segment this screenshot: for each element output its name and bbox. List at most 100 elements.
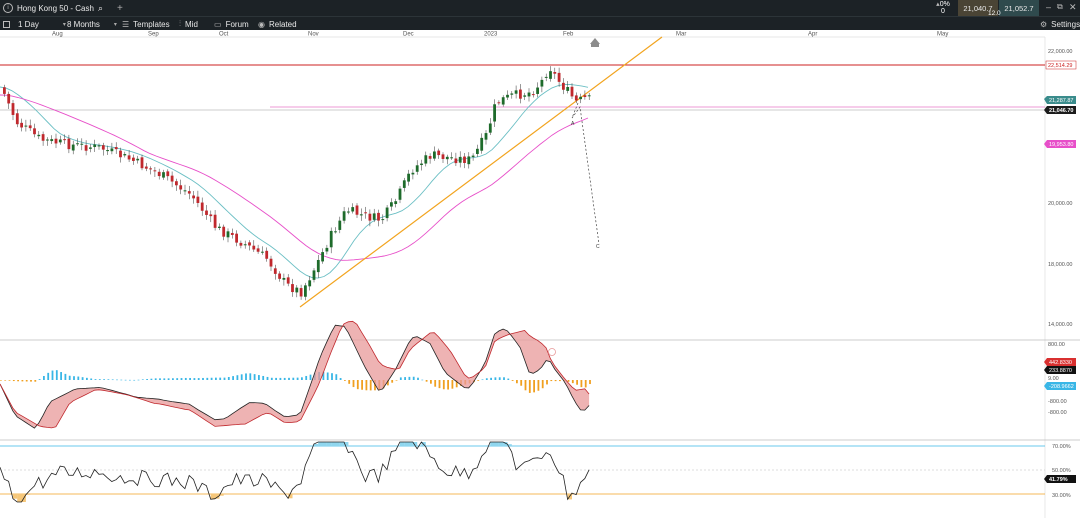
candle-body — [166, 171, 170, 177]
interval-select[interactable]: 1 Day ▾ — [18, 17, 66, 31]
histogram-bar — [68, 375, 71, 380]
candle-body — [411, 172, 415, 175]
svg-text:21,046.70: 21,046.70 — [1049, 108, 1073, 114]
info-icon[interactable]: i — [3, 3, 13, 13]
top-bar: i Hong Kong 50 - Cash ⌕ + ▴0% 0 21,040.7… — [0, 0, 1080, 17]
histogram-bar — [163, 378, 166, 380]
rsi-zone-fill — [399, 442, 405, 446]
candle-body — [209, 214, 213, 217]
close-icon[interactable]: ✕ — [1069, 2, 1077, 13]
candle-body — [114, 147, 118, 150]
histogram-bar — [365, 380, 368, 391]
layout-button[interactable] — [3, 17, 10, 31]
histogram-bar — [288, 377, 290, 380]
candle-body — [132, 157, 135, 161]
price-type-button[interactable]: ⫶ Mid — [179, 17, 198, 31]
minimize-icon[interactable]: – — [1046, 2, 1051, 12]
histogram-bar — [498, 377, 501, 380]
add-tab-icon[interactable]: + — [117, 3, 123, 14]
price-tick: 18,000.00 — [1048, 262, 1072, 268]
range-select[interactable]: 8 Months ▾ — [67, 17, 117, 31]
histogram-bar — [404, 377, 406, 380]
histogram-bar — [331, 373, 333, 380]
histogram-bar — [159, 378, 161, 380]
candle-body — [93, 144, 97, 148]
histogram-bar — [421, 379, 424, 381]
price-tick: 14,000.00 — [1048, 322, 1072, 328]
templates-icon: ☰ — [122, 19, 130, 29]
candle-body — [506, 94, 509, 98]
candle-body — [312, 270, 316, 280]
price-tick: 22,000.00 — [1048, 49, 1072, 55]
svg-text:19,953.80: 19,953.80 — [1049, 142, 1073, 148]
candle-body — [226, 231, 230, 238]
histogram-bar — [335, 374, 338, 380]
candle-body — [359, 214, 363, 216]
candle-body — [140, 157, 144, 169]
candle-body — [11, 103, 15, 115]
candle-body — [170, 175, 174, 182]
svg-text:22,514.29: 22,514.29 — [1048, 63, 1072, 69]
candle-body — [175, 181, 178, 186]
candle-body — [355, 205, 359, 215]
histogram-bar — [399, 377, 402, 380]
candle-body — [261, 251, 264, 253]
search-icon[interactable]: ⌕ — [98, 3, 103, 14]
candle-body — [514, 90, 518, 94]
templates-button[interactable]: ☰ Templates — [122, 17, 170, 31]
histogram-bar — [503, 377, 505, 380]
candle-body — [196, 196, 200, 203]
trendline[interactable] — [299, 36, 663, 308]
svg-text:233.8870: 233.8870 — [1049, 368, 1072, 374]
settings-button[interactable]: ⚙ Settings — [1040, 17, 1080, 31]
histogram-bar — [391, 380, 394, 383]
macd-cloud — [0, 321, 590, 429]
candle-body — [454, 158, 458, 164]
histogram-bar — [589, 380, 591, 385]
histogram-bar — [296, 377, 299, 380]
histogram-bar — [34, 380, 37, 382]
chart-area[interactable]: Aug Sep Oct Nov Dec 2023 Feb Mar Apr May A C 22,0… — [0, 30, 1080, 518]
candle-body — [192, 195, 195, 199]
histogram-bar — [133, 379, 136, 381]
candle-body — [179, 185, 183, 190]
candle-body — [157, 171, 161, 177]
candle-body — [394, 201, 398, 205]
buy-button[interactable]: 21,052.7 — [999, 0, 1039, 16]
histogram-bar — [249, 373, 252, 380]
histogram-bar — [344, 380, 346, 381]
macd-cross-marker — [548, 348, 556, 356]
histogram-bar — [81, 377, 84, 380]
candle-body — [407, 173, 410, 182]
rsi-zone-fill — [408, 442, 413, 446]
histogram-bar — [167, 378, 170, 380]
histogram-bar — [395, 380, 398, 381]
rsi-line — [0, 441, 590, 503]
histogram-bar — [43, 375, 45, 380]
histogram-bar — [361, 380, 363, 390]
candle-body — [89, 147, 92, 149]
candlestick-series — [3, 66, 591, 301]
histogram-bar — [253, 374, 256, 380]
histogram-bar — [571, 380, 574, 384]
histogram-bar — [258, 375, 260, 380]
month-label: Dec — [403, 32, 414, 38]
grid-icon — [3, 20, 10, 28]
histogram-bar — [232, 376, 234, 380]
rsi-tick: 70.00% — [1052, 444, 1071, 450]
instrument-name[interactable]: Hong Kong 50 - Cash — [17, 4, 94, 13]
histogram-bar — [111, 379, 114, 381]
alert-icon[interactable] — [590, 38, 600, 44]
candle-body — [273, 268, 277, 274]
rsi-zone-fill — [498, 442, 504, 446]
histogram-bar — [430, 380, 432, 384]
popout-icon[interactable]: ⧉ — [1057, 2, 1063, 12]
histogram-bar — [546, 380, 548, 385]
candle-body — [570, 86, 574, 97]
month-label: Mar — [676, 32, 686, 38]
forum-button[interactable]: ▭ Forum — [214, 17, 249, 31]
histogram-bar — [352, 380, 355, 388]
macd-tick: 9.00 — [1048, 376, 1059, 382]
resistance-tag: 22,514.29 — [1045, 60, 1077, 70]
related-button[interactable]: ◉ Related — [258, 17, 297, 31]
